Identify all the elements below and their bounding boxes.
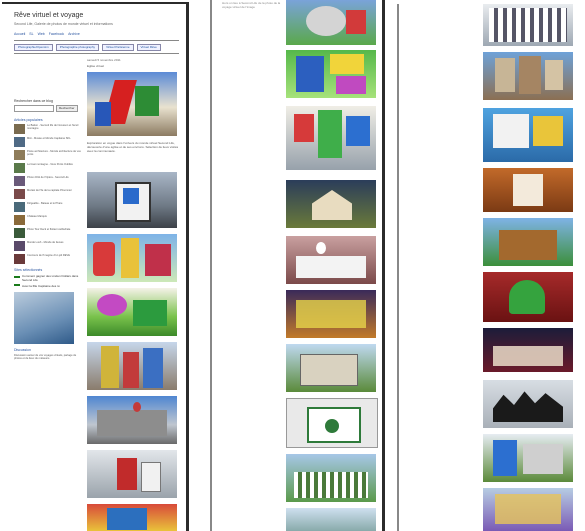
blog-photo[interactable] [87,172,177,228]
site-link[interactable]: Comment gagner des Linden Dollars dans S… [22,274,82,282]
article-link[interactable]: Mini - Musée et Monde Capitaine SKL [27,137,71,147]
gallery-photo[interactable] [286,50,376,98]
tab-4[interactable]: Virtuel Rêve [136,43,161,51]
blog-photo[interactable] [87,396,177,444]
nav-link-sl[interactable]: SL [29,32,33,36]
gallery-photo[interactable] [483,380,573,428]
article-link[interactable]: Château Marquis [27,215,47,225]
tab-3[interactable]: Virtuel Parisienne [102,43,134,51]
article-link[interactable]: Photo Tour Deck et flottant cathédrale [27,228,70,238]
nav-link-web[interactable]: Web [38,32,45,36]
list-item[interactable]: Comment gagner des Linden Dollars dans S… [14,274,82,282]
article-link[interactable]: Le boat montagne - Vous Ponts Oubliés [27,163,73,173]
gallery-photo[interactable] [483,4,573,46]
article-link[interactable]: Poste architecture - Monde architecture … [27,150,82,160]
post-text: Exploration en vogue dans l'univers du m… [87,141,179,153]
sidebar: Rechercher dans ce blog Rechercher Artic… [14,99,82,361]
list-item[interactable]: Monde Lush - Monde de fauves [14,241,82,251]
discussion-text: Discussion autour de vos voyages virtuel… [14,354,77,361]
search-label: Rechercher dans ce blog [14,99,53,103]
list-item[interactable]: Photo 2011 de l'Opéra - Second Life [14,176,82,186]
article-link[interactable]: Concours de l'Imagine d'un joli REVE [27,254,70,264]
gallery-photo[interactable] [286,344,376,392]
article-link[interactable]: Dirigeable - Bateau et le Phare [27,202,62,212]
blog-title[interactable]: Rêve virtuel et voyage [14,12,83,19]
tab-bar: Photographie/Opensim Photographie photog… [14,40,179,54]
post-date: samedi 5 novembre 2011 [87,58,121,62]
gallery-photo[interactable] [286,290,376,338]
list-item[interactable]: Poste architecture - Monde architecture … [14,150,82,160]
gallery-photo[interactable] [286,398,378,448]
blog-photo[interactable] [87,288,177,336]
gallery-photo[interactable] [286,236,376,284]
search-button[interactable]: Rechercher [56,105,78,112]
list-item[interactable]: Le Batton - Second life de l'écusson et … [14,124,82,134]
gallery-photo[interactable] [286,454,376,502]
list-item[interactable]: Mozaic de l'île de la capitale Prisonnie… [14,189,82,199]
list-item[interactable]: Dirigeable - Bateau et le Phare [14,202,82,212]
blog-photo[interactable] [87,504,177,531]
list-item[interactable]: Château Marquis [14,215,82,225]
gallery-photo[interactable] [483,52,573,100]
gallery-photo[interactable] [286,0,376,45]
blog-photo[interactable] [87,342,177,390]
blog-photo[interactable] [87,72,177,136]
popular-heading: Articles populaires [14,118,43,122]
gallery-photo[interactable] [483,168,573,212]
tab-2[interactable]: Photographie photography [55,43,100,51]
gallery-photo[interactable] [483,488,573,531]
article-link[interactable]: Monde Lush - Monde de fauves [27,241,63,251]
gallery-photo[interactable] [483,328,573,372]
search-input[interactable] [14,105,54,112]
blog-subtitle: Second Life, Galerie de photos de monde … [14,22,113,26]
gallery-photo[interactable] [483,218,573,266]
site-link[interactable]: Avec la fille Capitaine des ré [22,284,60,288]
list-item[interactable]: Concours de l'Imagine d'un joli REVE [14,254,82,264]
flag-icon [14,284,20,288]
blog-photo[interactable] [87,450,177,498]
nav-link-accueil[interactable]: Accueil [14,32,25,36]
blog-photo[interactable] [87,234,177,282]
nav-link-facebook[interactable]: Facebook [49,32,64,36]
blog-page-left: Rêve virtuel et voyage Second Life, Gale… [2,2,189,531]
gallery-page-middle: Hors un lieu à Second Life de la photo d… [210,0,385,531]
gallery-photo[interactable] [286,106,376,170]
gallery-page-right [397,4,585,531]
tab-1[interactable]: Photographie/Opensim [14,43,53,51]
post-title[interactable]: Eglise virtuel [87,64,104,68]
flag-icon [14,276,20,280]
gallery-photo[interactable] [286,180,376,228]
gallery-photo[interactable] [286,508,376,531]
article-link[interactable]: Mozaic de l'île de la capitale Prisonnie… [27,189,72,199]
nav-link-archive[interactable]: Archive [68,32,80,36]
gallery-photo[interactable] [483,108,573,162]
list-item[interactable]: Mini - Musée et Monde Capitaine SKL [14,137,82,147]
selected-heading: Sites sélectionnés [14,268,43,272]
list-item[interactable]: Le boat montagne - Vous Ponts Oubliés [14,163,82,173]
list-item[interactable]: Photo Tour Deck et flottant cathédrale [14,228,82,238]
blog-nav: Accueil SL Web Facebook Archive [14,32,80,36]
article-link[interactable]: Photo 2011 de l'Opéra - Second Life [27,176,69,186]
gallery-caption: Hors un lieu à Second Life de la photo d… [222,1,281,9]
article-link[interactable]: Le Batton - Second life de l'écusson et … [27,124,82,134]
discussion-heading: Discussion [14,348,31,352]
sidebar-image[interactable] [14,292,74,344]
list-item[interactable]: Avec la fille Capitaine des ré [14,284,82,288]
gallery-photo[interactable] [483,272,573,322]
gallery-photo[interactable] [483,434,573,482]
